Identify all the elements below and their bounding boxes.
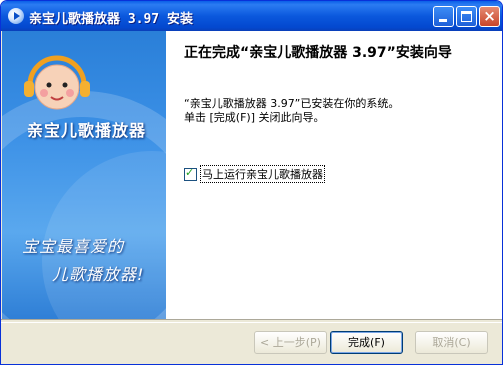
minimize-button[interactable] [433,6,454,27]
app-icon [8,8,24,24]
run-now-label[interactable]: 马上运行亲宝儿歌播放器 [200,165,325,183]
description-line-1: “亲宝儿歌播放器 3.97”已安装在你的系统。 [184,97,400,110]
baby-face-logo-icon [24,55,90,110]
maximize-button[interactable] [456,6,477,27]
close-button[interactable]: × [479,6,500,27]
maximize-icon [461,11,472,22]
run-now-option[interactable]: 马上运行亲宝儿歌播放器 [184,165,325,183]
minimize-icon [439,19,447,22]
description-line-2: 单击 [完成(F)] 关闭此向导。 [184,111,325,124]
description: “亲宝儿歌播放器 3.97”已安装在你的系统。 单击 [完成(F)] 关闭此向导… [184,97,399,125]
title-bar[interactable]: 亲宝儿歌播放器 3.97 安装 × [1,1,502,31]
footer-divider [1,319,502,323]
page-title: 正在完成“亲宝儿歌播放器 3.97”安装向导 [184,45,452,61]
window-title: 亲宝儿歌播放器 3.97 安装 [29,12,193,27]
finish-button[interactable]: 完成(F) [330,331,403,354]
wizard-content: 正在完成“亲宝儿歌播放器 3.97”安装向导 “亲宝儿歌播放器 3.97”已安装… [166,31,502,319]
run-now-checkbox[interactable] [184,166,197,181]
installer-window: 亲宝儿歌播放器 3.97 安装 × 亲宝儿歌播放器 宝宝最喜爱的 儿歌播放器! [0,0,503,365]
close-icon: × [483,7,496,25]
back-button[interactable]: < 上一步(P) [254,331,327,354]
brand-name: 亲宝儿歌播放器 [27,121,147,140]
slogan-line-1: 宝宝最喜爱的 [22,237,125,256]
slogan-line-2: 儿歌播放器! [52,265,145,284]
cancel-button[interactable]: 取消(C) [415,331,488,354]
wizard-banner: 亲宝儿歌播放器 宝宝最喜爱的 儿歌播放器! [2,31,166,319]
